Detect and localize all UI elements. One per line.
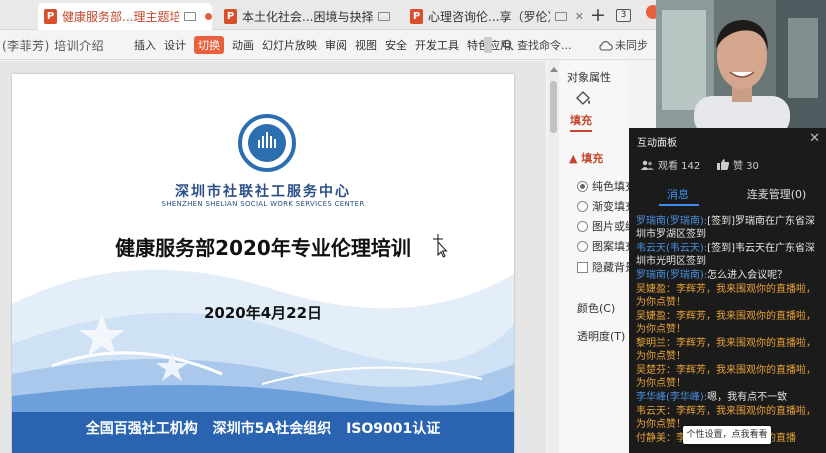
viewer-count: 观看 142: [641, 157, 700, 172]
sync-status[interactable]: 未同步: [598, 37, 648, 53]
ribbon-scroll-handle[interactable]: [484, 37, 492, 53]
scroll-up-icon[interactable]: [550, 67, 558, 72]
menu-review[interactable]: 审阅: [325, 37, 347, 54]
scrollbar-thumb[interactable]: [550, 81, 557, 133]
thumbs-up-icon: [717, 159, 729, 170]
paint-bucket-icon: [576, 91, 590, 105]
chat-message: 罗瑞南(罗瑞南):[签到]罗瑞南在广东省深圳市罗湖区签到: [636, 216, 815, 240]
slide[interactable]: 深圳市社联社工服务中心 SHENZHEN SHELIAN SOCIAL WORK…: [12, 74, 514, 453]
object-properties-panel: 对象属性 填充 ▲ 填充 纯色填充 渐变填充 图片或纹理填充 图案填充 隐藏背景…: [559, 61, 669, 453]
slide-footer-banner: 全国百强社工机构 深圳市5A社会组织 ISO9001认证: [12, 412, 514, 453]
search-label: 查找命令...: [517, 39, 572, 52]
menu-slideshow[interactable]: 幻灯片放映: [262, 37, 317, 54]
presenter-video-frame: [656, 0, 826, 128]
chat-message: 韦云天(韦云天):[签到]韦云天在广东省深圳市光明区签到: [636, 243, 815, 267]
viewers-icon: [641, 160, 654, 170]
org-name-cn: 深圳市社联社工服务中心: [175, 184, 351, 200]
chat-message: 吴楚芬：李辉芳，我来围观你的直播啦，为你点赞！: [636, 365, 816, 389]
tab-mic-management[interactable]: 连麦管理(0): [727, 186, 826, 202]
new-tab-button[interactable]: +: [590, 4, 606, 26]
radio-pattern-fill[interactable]: 图案填充: [577, 238, 636, 254]
fill-section-label: 填充: [581, 152, 604, 165]
like-count-label: 赞 30: [733, 161, 759, 172]
close-icon[interactable]: ✕: [809, 131, 820, 146]
chat-message: 罗瑞南(罗瑞南):怎么进入会议呢？: [636, 270, 788, 281]
ppt-file-icon: P: [410, 9, 423, 24]
chat-message: 李华峰(李华峰):嗯，我有点不一致: [636, 392, 788, 403]
org-logo: [238, 114, 296, 172]
message-list: 罗瑞南(罗瑞南):[签到]罗瑞南在广东省深圳市罗湖区签到 韦云天(韦云天):[签…: [636, 215, 822, 446]
monitor-icon: [554, 12, 567, 21]
tab-label: 本土化社会...困境与抉择: [242, 10, 374, 24]
monitor-icon: [184, 12, 196, 21]
tab-document-2[interactable]: P 本土化社会...困境与抉择: [218, 3, 398, 30]
interactive-panel: 互动面板 ✕ 观看 142 赞 30 消息 连麦管理(0) 罗瑞南(罗瑞南):[…: [629, 128, 826, 453]
panel-title: 对象属性: [567, 71, 611, 84]
cloud-icon: [599, 40, 613, 51]
radio-solid-fill[interactable]: 纯色填充: [577, 178, 636, 194]
like-count[interactable]: 赞 30: [717, 157, 759, 172]
tab-messages[interactable]: 消息: [629, 186, 727, 202]
menu-list: 插入 设计 切换 动画 幻灯片放映 审阅 视图 安全 开发工具 特色应用: [134, 36, 511, 54]
color-label: 颜色(C): [577, 302, 616, 315]
fill-section-header[interactable]: ▲ 填充: [569, 150, 603, 166]
radio-gradient-fill[interactable]: 渐变填充: [577, 198, 636, 214]
tab-fill[interactable]: 填充: [570, 112, 592, 132]
active-tab-indicator: [659, 204, 699, 206]
sync-label: 未同步: [615, 39, 648, 52]
chat-message: 吴婕盈：李辉芳，我来围观你的直播啦，为你点赞！: [636, 284, 816, 308]
menu-animation[interactable]: 动画: [232, 37, 254, 54]
tab-label: 心理咨询伦...享（罗伦）: [428, 10, 550, 24]
panel-title: 互动面板: [637, 138, 677, 149]
transparency-label: 透明度(T): [577, 330, 626, 343]
menu-view[interactable]: 视图: [355, 37, 377, 54]
webcam-video: [656, 0, 826, 128]
tab-document-3[interactable]: P 心理咨询伦...享（罗伦） ✕: [404, 3, 584, 30]
tab-label: 健康服务部...理主题培训: [62, 10, 179, 24]
menu-security[interactable]: 安全: [385, 37, 407, 54]
close-tab-icon[interactable]: ✕: [575, 10, 584, 23]
search-icon: [502, 39, 514, 51]
slide-scrollbar[interactable]: [548, 61, 559, 453]
chat-message: 黎明兰：李辉芳，我来围观你的直播啦，为你点赞！: [636, 338, 816, 362]
monitor-icon: [378, 12, 391, 21]
personalize-tooltip[interactable]: 个性设置，点我看看: [683, 426, 771, 444]
slide-canvas: 深圳市社联社工服务中心 SHENZHEN SHELIAN SOCIAL WORK…: [0, 61, 546, 453]
ppt-file-icon: P: [224, 9, 237, 24]
slide-date: 2020年4月22日: [203, 304, 323, 322]
tab-count-badge[interactable]: 3: [616, 9, 631, 22]
menu-design[interactable]: 设计: [164, 37, 186, 54]
viewer-count-label: 观看 142: [658, 161, 701, 172]
menu-developer[interactable]: 开发工具: [415, 37, 459, 54]
ppt-file-icon: P: [44, 9, 57, 24]
document-title: (李菲芳) 培训介绍: [2, 39, 105, 53]
menu-transition[interactable]: 切换: [194, 36, 224, 54]
unsaved-dot-icon: [205, 13, 212, 20]
menu-insert[interactable]: 插入: [134, 37, 156, 54]
org-name-en: SHENZHEN SHELIAN SOCIAL WORK SERVICES CE…: [161, 200, 365, 208]
chat-message: 吴婕盈：李辉芳，我来围观你的直播啦，为你点赞！: [636, 311, 816, 335]
move-cursor-icon: [433, 234, 448, 258]
command-search[interactable]: 查找命令...: [502, 37, 572, 53]
tab-document-1[interactable]: P 健康服务部...理主题培训: [38, 3, 212, 30]
